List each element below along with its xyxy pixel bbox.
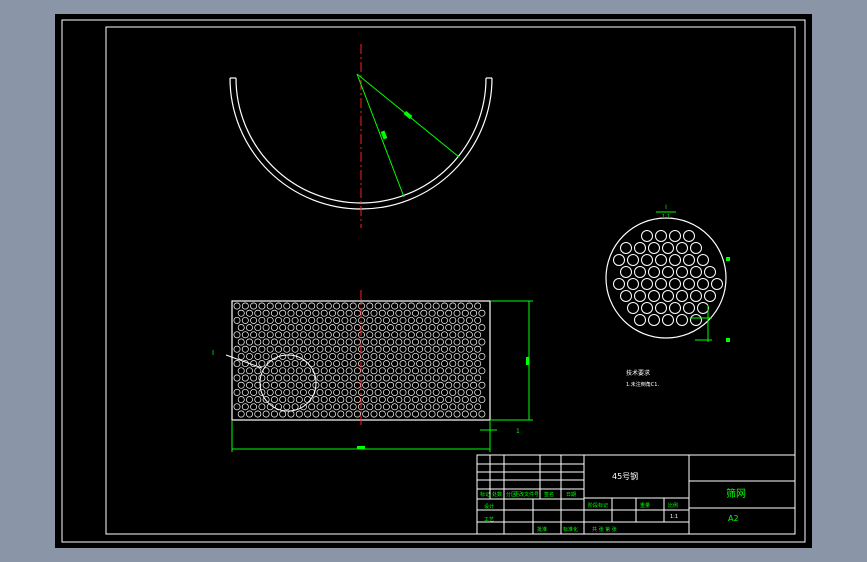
dimension-right-label: 1: [516, 428, 520, 435]
tb-weight-label: 重量: [640, 502, 650, 509]
tb-design-label: 设计: [484, 503, 494, 510]
tb-date-label: 日期: [566, 492, 576, 498]
cad-viewport[interactable]: I 1 I 1:1 技术要求 1.未注倒角C1. 45号钢 筛网 A2 标记 处…: [0, 0, 867, 562]
tb-sign-label: 签名: [544, 491, 554, 498]
drawing-canvas[interactable]: I 1 I 1:1 技术要求 1.未注倒角C1. 45号钢 筛网 A2 标记 处…: [0, 0, 867, 562]
svg-text:I: I: [665, 204, 667, 211]
tech-requirements-title: 技术要求: [626, 369, 650, 377]
part-name: 筛网: [726, 487, 746, 500]
tb-process-label: 工艺: [484, 517, 494, 523]
tb-approve-label: 批准: [537, 526, 547, 533]
svg-text:1:1: 1:1: [662, 214, 670, 220]
tech-requirements-line: 1.未注倒角C1.: [626, 381, 659, 388]
tb-standard-label: 标准化: [563, 526, 578, 533]
tb-scale-value: 1:1: [670, 514, 678, 520]
detail-leader-label: I: [212, 349, 214, 357]
sheet-size: A2: [728, 514, 739, 523]
material-label: 45号钢: [612, 471, 638, 481]
tb-mark-label: 标记: [480, 491, 490, 498]
tb-count-label: 处数: [492, 491, 502, 498]
tb-stage-label: 阶段标记: [588, 502, 608, 509]
tb-sheet-label: 共 张 第 张: [592, 526, 617, 533]
tb-scale-label: 比例: [668, 502, 678, 509]
tb-change-label: 更改文件号: [514, 491, 539, 498]
